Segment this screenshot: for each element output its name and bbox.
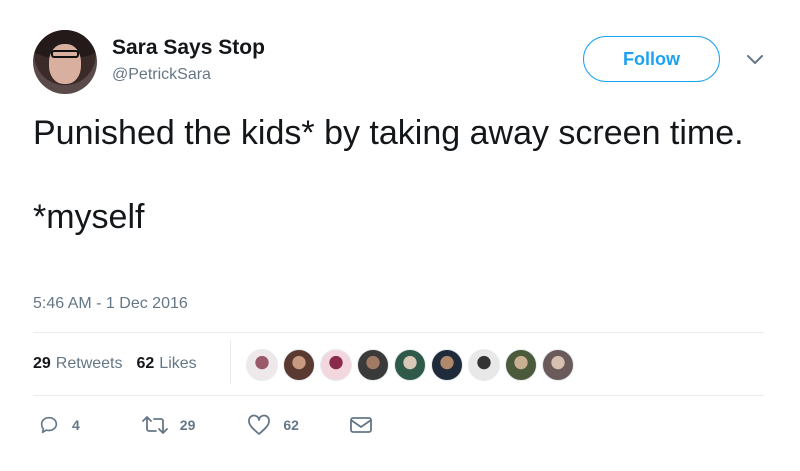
retweets-label: Retweets	[55, 355, 123, 372]
direct-message-button[interactable]	[349, 415, 385, 435]
reply-button[interactable]: 4	[38, 414, 80, 436]
liker-avatar[interactable]	[542, 349, 574, 381]
engagement-stats: 29 Retweets 62 Likes	[33, 352, 211, 376]
likes-label: Likes	[159, 355, 197, 372]
divider	[33, 332, 764, 333]
user-handle[interactable]: @PetrickSara	[112, 66, 211, 84]
display-name[interactable]: Sara Says Stop	[112, 36, 265, 60]
divider	[230, 340, 231, 384]
follow-button[interactable]: Follow	[583, 36, 720, 82]
retweet-count: 29	[179, 417, 196, 433]
like-button[interactable]: 62	[247, 414, 299, 436]
liker-avatar[interactable]	[357, 349, 389, 381]
retweets-stat[interactable]: 29 Retweets	[33, 355, 123, 373]
divider	[33, 395, 764, 396]
tweet-text-line: Punished the kids* by taking away screen…	[33, 114, 744, 152]
reply-count: 4	[72, 417, 80, 433]
likes-stat[interactable]: 62 Likes	[137, 355, 197, 373]
tweet-header: Sara Says Stop @PetrickSara Follow	[33, 30, 773, 96]
envelope-icon	[350, 417, 372, 433]
tweet-text: Punished the kids* by taking away screen…	[33, 112, 753, 238]
like-count: 62	[283, 417, 299, 433]
liker-avatar[interactable]	[505, 349, 537, 381]
tweet-text-line: *myself	[33, 198, 145, 236]
timestamp[interactable]: 5:46 AM - 1 Dec 2016	[33, 295, 188, 313]
liker-avatar[interactable]	[283, 349, 315, 381]
heart-icon	[248, 414, 271, 435]
avatar[interactable]	[33, 30, 97, 94]
action-bar: 4 29 62	[38, 414, 429, 436]
liker-avatar[interactable]	[320, 349, 352, 381]
retweets-count: 29	[33, 355, 51, 372]
liker-avatar[interactable]	[246, 349, 278, 381]
likes-count: 62	[136, 355, 155, 372]
liker-avatar[interactable]	[468, 349, 500, 381]
chevron-down-icon[interactable]	[746, 52, 764, 66]
liker-avatar[interactable]	[394, 349, 426, 381]
reply-icon	[40, 416, 58, 434]
liker-avatars	[246, 349, 579, 381]
retweet-icon	[141, 416, 168, 434]
retweet-button[interactable]: 29	[141, 414, 196, 436]
liker-avatar[interactable]	[431, 349, 463, 381]
